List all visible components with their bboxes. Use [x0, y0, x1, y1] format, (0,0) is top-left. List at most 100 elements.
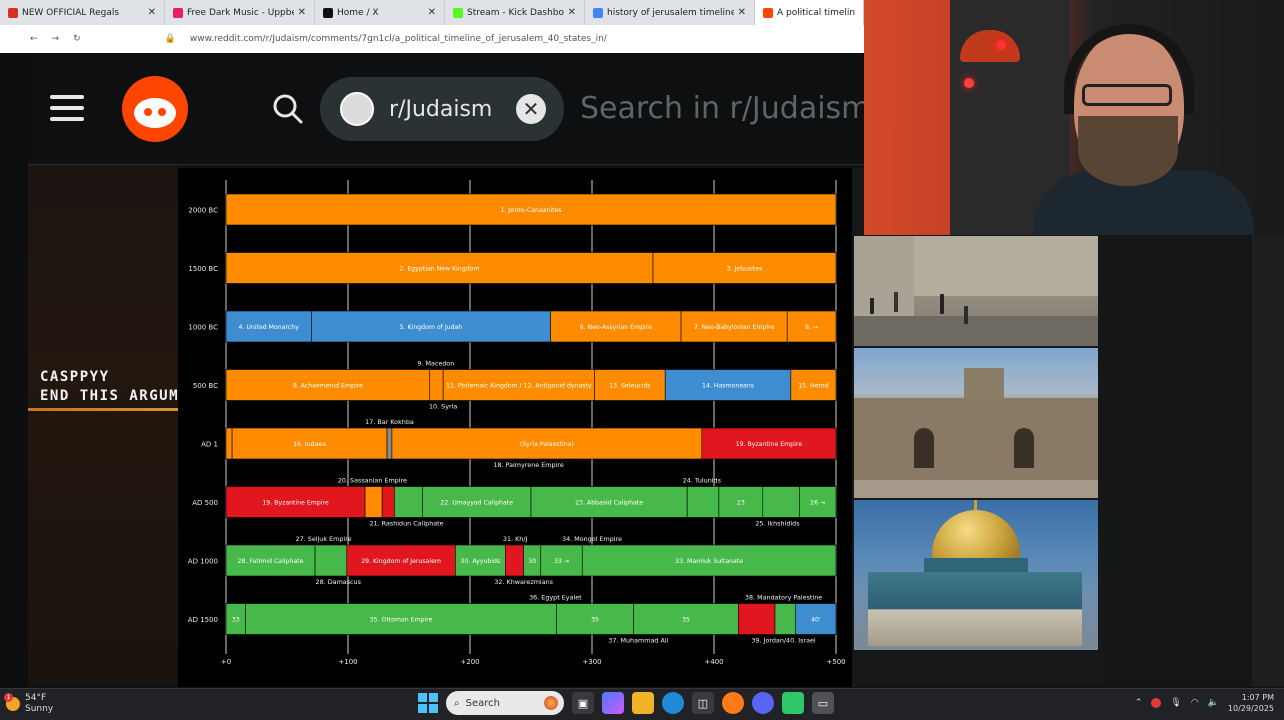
discord-icon[interactable] — [752, 692, 774, 714]
western-wall-image — [854, 236, 1098, 346]
tab-favicon-icon — [173, 7, 183, 18]
bar-label: 40' — [811, 617, 821, 624]
bar-label: 33 — [232, 617, 240, 624]
green-app-icon[interactable] — [782, 692, 804, 714]
chevron-up-icon[interactable]: ⌃ — [1135, 698, 1143, 708]
timeline-bar — [386, 427, 393, 460]
tab-close-icon[interactable]: ✕ — [298, 7, 306, 18]
forward-icon[interactable]: → — [52, 34, 60, 44]
search-icon[interactable] — [272, 93, 304, 125]
tab-close-icon[interactable]: ✕ — [148, 7, 156, 18]
x-tick-label: +500 — [826, 658, 845, 666]
bar-label: 30. Ayyubids — [461, 558, 501, 565]
reddit-logo-icon[interactable] — [122, 76, 188, 142]
clear-icon[interactable]: ✕ — [516, 94, 546, 124]
timeline-bar — [314, 544, 348, 577]
terminal-icon[interactable]: ▭ — [812, 692, 834, 714]
url-text[interactable]: www.reddit.com/r/Judaism/comments/7gn1cl… — [190, 34, 607, 44]
browser-tab[interactable]: Home / X ✕ — [315, 0, 445, 25]
jerusalem-timeline-chart: 2000 BC 1. proto-Canaanites 1500 BC 2. Egyp… — [178, 168, 852, 687]
search-icon: ⌕ — [454, 697, 460, 709]
row-label: 500 BC — [193, 382, 218, 390]
row-label: AD 500 — [192, 499, 218, 507]
tab-favicon-icon — [453, 7, 463, 18]
timeline-bar — [762, 486, 800, 518]
bar-label: 11. Ptolemaic Kingdom / 12. Antigonid dy… — [446, 383, 592, 390]
row-label: AD 1500 — [188, 616, 218, 624]
annotation-label: 17. Bar Kokhba — [365, 418, 414, 426]
wifi-icon[interactable]: ◠ — [1191, 698, 1199, 708]
row-label: 2000 BC — [188, 207, 218, 215]
bar-label: 35 — [682, 617, 690, 624]
timeline-bar — [429, 369, 444, 401]
browser-tab[interactable]: history of jerusalem timeline - G ✕ — [585, 0, 755, 25]
browser-tab[interactable]: Stream - Kick Dashboard ✕ — [445, 0, 585, 25]
edge-icon[interactable] — [662, 692, 684, 714]
microphone-icon[interactable]: 🎙 — [1170, 698, 1181, 708]
taskbar-clock[interactable]: 1:07 PM 10/29/2025 — [1228, 692, 1274, 714]
reddit-header: r/Judaism ✕ Search in r/Judaism — [28, 53, 870, 165]
weather-widget[interactable]: 1 54°F Sunny — [4, 693, 53, 715]
annotation-label: 24. Tulunids — [683, 477, 722, 485]
tab-close-icon[interactable]: ✕ — [738, 7, 746, 18]
webcam-feed — [864, 0, 1284, 235]
copilot-icon[interactable] — [602, 692, 624, 714]
annotation-label: 9. Macedon — [417, 360, 454, 368]
browser-tab[interactable]: A political timeline — [755, 0, 864, 25]
weather-temp: 54°F — [25, 693, 47, 703]
address-bar[interactable]: ← → ↻ 🔒 www.reddit.com/r/Judaism/comment… — [0, 25, 864, 53]
tab-close-icon[interactable]: ✕ — [428, 7, 436, 18]
speaker-icon[interactable]: 🔈 — [1208, 698, 1219, 708]
tab-label: Home / X — [337, 7, 379, 18]
browser-tab[interactable]: NEW OFFICIAL Regals ✕ — [0, 0, 165, 25]
bar-label: 8. Achaemenid Empire — [293, 383, 363, 390]
timeline-svg: 2000 BC 1. proto-Canaanites 1500 BC 2. Egyp… — [188, 180, 846, 666]
windows-start-icon[interactable] — [418, 693, 438, 713]
tray-app-icon[interactable] — [1151, 698, 1162, 708]
bar-label: 15. Herod — [798, 383, 828, 390]
file-explorer-icon[interactable] — [632, 692, 654, 714]
annotation-label: 39. Jordan/40. Israel — [751, 637, 816, 645]
bar-label: 23. Abbasid Caliphate — [575, 500, 643, 507]
bar-label: 8. → — [805, 324, 818, 331]
tab-close-icon[interactable]: ✕ — [568, 7, 576, 18]
bar-label: 33 → — [554, 558, 569, 565]
bar-label: 16. Iudaea — [293, 441, 326, 448]
firefox-icon[interactable] — [722, 692, 744, 714]
bar-label: 6. Neo-Assyrian Empire — [580, 324, 653, 331]
bar-label: 19. Byzantine Empire — [736, 441, 803, 448]
bar-label: 7. Neo-Babylonian Empire — [694, 324, 775, 331]
task-view-icon[interactable]: ▣ — [572, 692, 594, 714]
row-label: AD 1 — [201, 441, 218, 449]
reload-icon[interactable]: ↻ — [73, 34, 81, 44]
annotation-label: 27. Seljuk Empire — [296, 535, 352, 543]
timeline-bar — [738, 603, 776, 635]
row-label: 1500 BC — [188, 265, 218, 273]
bar-label: 4. United Monarchy — [238, 324, 299, 331]
timeline-bar — [225, 427, 233, 460]
back-icon[interactable]: ← — [30, 34, 38, 44]
bar-label: 5. Kingdom of Judah — [400, 324, 463, 331]
annotation-label: 34. Mongol Empire — [562, 535, 622, 543]
browser-tab[interactable]: Free Dark Music - Uppbeat ✕ — [165, 0, 315, 25]
bar-label: (Syria Palaestina) — [520, 441, 574, 448]
bar-label: 30 — [528, 558, 536, 565]
tab-favicon-icon — [323, 7, 333, 18]
stream-frame-left — [0, 0, 28, 690]
timeline-bar — [364, 486, 383, 518]
lock-icon: 🔒 — [164, 34, 176, 44]
store-icon[interactable]: ◫ — [692, 692, 714, 714]
search-input[interactable]: Search in r/Judaism — [580, 91, 870, 126]
annotation-label: 31. Kh/J — [503, 535, 528, 543]
bar-label: 23 — [737, 500, 745, 507]
x-tick-label: +400 — [704, 658, 723, 666]
bar-label: 2. Egyptian New Kingdom — [400, 266, 480, 273]
menu-icon[interactable] — [50, 95, 84, 123]
subreddit-search-chip[interactable]: r/Judaism ✕ — [320, 77, 564, 141]
x-tick-label: +300 — [582, 658, 601, 666]
taskbar-search[interactable]: ⌕ Search — [446, 691, 564, 715]
tab-label: NEW OFFICIAL Regals — [22, 7, 120, 18]
bar-label: 3. Jebusites — [727, 266, 763, 273]
subreddit-avatar — [340, 92, 374, 126]
tab-favicon-icon — [763, 7, 773, 18]
